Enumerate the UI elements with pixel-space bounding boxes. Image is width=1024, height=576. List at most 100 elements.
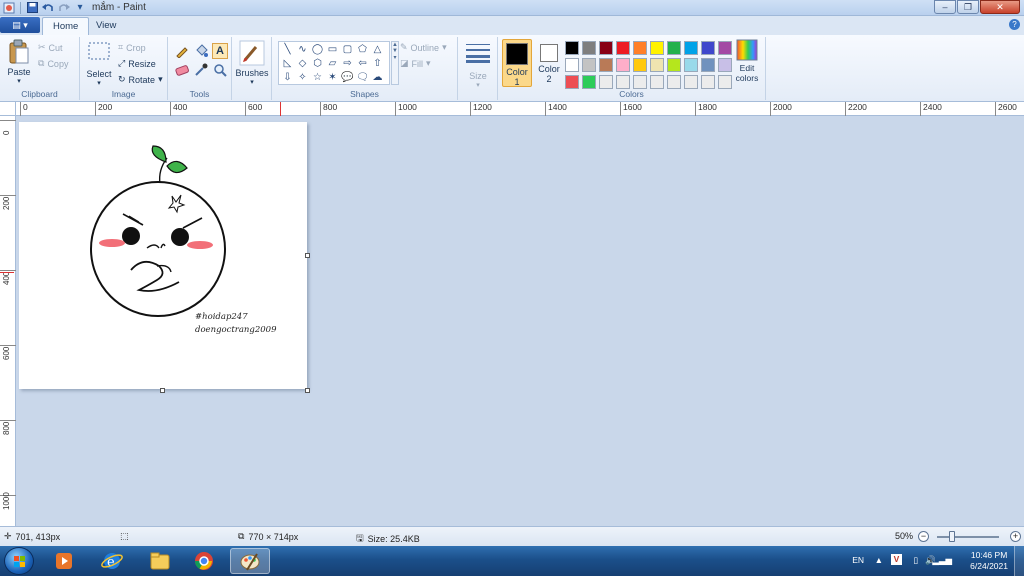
- device-icon[interactable]: ▯: [913, 555, 918, 566]
- color1-button[interactable]: Color 1: [502, 39, 532, 87]
- palette-swatch-7[interactable]: [684, 41, 698, 55]
- palette-swatch-24[interactable]: [633, 75, 647, 89]
- resize-handle-bottom[interactable]: [160, 388, 165, 393]
- media-player-icon[interactable]: [44, 548, 84, 574]
- shape-option-0[interactable]: ╲: [280, 43, 295, 57]
- shape-option-9[interactable]: ⬡: [310, 57, 325, 71]
- crop-button[interactable]: ⌗ Crop: [118, 42, 146, 53]
- cut-button[interactable]: ✂ Cut: [38, 42, 63, 53]
- shape-option-4[interactable]: ▢: [340, 43, 355, 57]
- text-icon[interactable]: A: [212, 43, 228, 59]
- shape-option-3[interactable]: ▭: [325, 43, 340, 57]
- palette-swatch-3[interactable]: [616, 41, 630, 55]
- paste-button[interactable]: Paste ▾: [4, 39, 34, 85]
- show-hidden-icons-icon[interactable]: ▲: [875, 555, 883, 565]
- palette-swatch-10[interactable]: [565, 58, 579, 72]
- zoom-in-button[interactable]: +: [1010, 531, 1021, 542]
- antivirus-icon[interactable]: V: [891, 554, 902, 565]
- save-icon[interactable]: [25, 1, 39, 14]
- file-menu-button[interactable]: ▤ ▾: [0, 17, 40, 33]
- shape-option-16[interactable]: ☆: [310, 71, 325, 85]
- color-picker-icon[interactable]: [193, 62, 209, 78]
- resize-button[interactable]: ⤢ Resize: [118, 58, 156, 69]
- customize-icon[interactable]: ▾: [73, 1, 87, 14]
- resize-handle-right[interactable]: [305, 253, 310, 258]
- palette-swatch-29[interactable]: [718, 75, 732, 89]
- palette-swatch-14[interactable]: [633, 58, 647, 72]
- zoom-slider-thumb[interactable]: [949, 531, 955, 542]
- zoom-out-button[interactable]: −: [918, 531, 929, 542]
- palette-swatch-27[interactable]: [684, 75, 698, 89]
- zoom-slider-track[interactable]: [937, 536, 999, 538]
- size-button[interactable]: Size ▾: [462, 41, 494, 89]
- palette-swatch-0[interactable]: [565, 41, 579, 55]
- shapes-gallery[interactable]: ╲ ∿ ◯ ▭ ▢ ⬠ △ ◺ ◇ ⬡ ▱ ⇨ ⇦ ⇧ ⇩ ✧ ☆ ✶ 💬 🗨 ☁: [278, 41, 390, 85]
- tab-home[interactable]: Home: [42, 17, 90, 35]
- palette-swatch-5[interactable]: [650, 41, 664, 55]
- network-icon[interactable]: ▂▃▅: [932, 555, 952, 566]
- shape-option-15[interactable]: ✧: [295, 71, 310, 85]
- shape-option-11[interactable]: ⇨: [340, 57, 355, 71]
- pencil-icon[interactable]: [174, 43, 190, 59]
- paste-dropdown-icon[interactable]: ▾: [4, 77, 34, 85]
- start-button[interactable]: [4, 547, 34, 575]
- palette-swatch-9[interactable]: [718, 41, 732, 55]
- palette-swatch-18[interactable]: [701, 58, 715, 72]
- palette-swatch-11[interactable]: [582, 58, 596, 72]
- internet-explorer-icon[interactable]: e: [92, 548, 132, 574]
- shapes-scroll[interactable]: ▲ ▼ ▾: [391, 41, 399, 85]
- file-explorer-icon[interactable]: [140, 548, 180, 574]
- undo-icon[interactable]: [41, 1, 55, 14]
- rotate-button[interactable]: ↻ Rotate ▾: [118, 74, 163, 85]
- palette-swatch-21[interactable]: [582, 75, 596, 89]
- shape-option-14[interactable]: ⇩: [280, 71, 295, 85]
- brushes-button[interactable]: Brushes ▾: [235, 40, 269, 86]
- minimize-button[interactable]: –: [934, 0, 956, 14]
- palette-swatch-13[interactable]: [616, 58, 630, 72]
- palette-swatch-19[interactable]: [718, 58, 732, 72]
- clock[interactable]: 10:46 PM 6/24/2021: [970, 550, 1008, 572]
- palette-swatch-6[interactable]: [667, 41, 681, 55]
- shape-option-10[interactable]: ▱: [325, 57, 340, 71]
- palette-swatch-15[interactable]: [650, 58, 664, 72]
- palette-swatch-16[interactable]: [667, 58, 681, 72]
- fill-icon[interactable]: [193, 43, 209, 59]
- copy-button[interactable]: ⧉ Copy: [38, 58, 68, 69]
- palette-swatch-2[interactable]: [599, 41, 613, 55]
- shape-option-6[interactable]: △: [370, 43, 385, 57]
- shape-option-1[interactable]: ∿: [295, 43, 310, 57]
- palette-swatch-26[interactable]: [667, 75, 681, 89]
- close-button[interactable]: ✕: [980, 0, 1020, 14]
- palette-swatch-1[interactable]: [582, 41, 596, 55]
- palette-swatch-28[interactable]: [701, 75, 715, 89]
- tab-view[interactable]: View: [86, 17, 126, 35]
- palette-swatch-22[interactable]: [599, 75, 613, 89]
- paint-app-icon[interactable]: [2, 1, 16, 14]
- palette-swatch-8[interactable]: [701, 41, 715, 55]
- chrome-icon[interactable]: [184, 548, 224, 574]
- select-button[interactable]: Select ▾: [84, 41, 114, 87]
- outline-button[interactable]: ✎ Outline ▾: [400, 42, 447, 53]
- eraser-icon[interactable]: [174, 62, 190, 78]
- magnifier-icon[interactable]: [212, 62, 228, 78]
- palette-swatch-25[interactable]: [650, 75, 664, 89]
- shape-option-20[interactable]: ☁: [370, 71, 385, 85]
- paint-icon[interactable]: [230, 548, 270, 574]
- palette-swatch-12[interactable]: [599, 58, 613, 72]
- palette-swatch-4[interactable]: [633, 41, 647, 55]
- shape-option-18[interactable]: 💬: [340, 71, 355, 85]
- maximize-button[interactable]: ❐: [957, 0, 979, 14]
- redo-icon[interactable]: [57, 1, 71, 14]
- shape-option-17[interactable]: ✶: [325, 71, 340, 85]
- language-indicator[interactable]: EN: [852, 555, 864, 565]
- palette-swatch-23[interactable]: [616, 75, 630, 89]
- show-desktop-button[interactable]: [1014, 546, 1024, 576]
- edit-colors-button[interactable]: Edit colors: [732, 39, 762, 83]
- color2-button[interactable]: Color 2: [534, 39, 564, 87]
- resize-handle-corner[interactable]: [305, 388, 310, 393]
- drawing-canvas[interactable]: #hoidap247 doengoctrang2009: [19, 122, 307, 389]
- palette-swatch-20[interactable]: [565, 75, 579, 89]
- shape-option-7[interactable]: ◺: [280, 57, 295, 71]
- shape-option-2[interactable]: ◯: [310, 43, 325, 57]
- palette-swatch-17[interactable]: [684, 58, 698, 72]
